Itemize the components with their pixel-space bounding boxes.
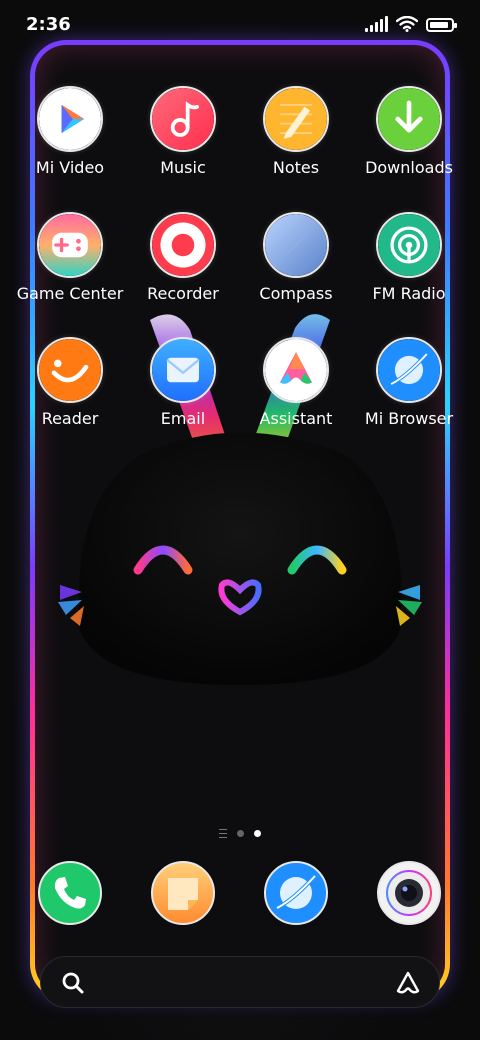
app-notes[interactable]: Notes [240, 86, 352, 177]
battery-icon [426, 18, 457, 32]
messages-icon[interactable] [150, 860, 216, 926]
mi-video-icon[interactable] [37, 86, 103, 152]
status-time: 2:36 [26, 14, 71, 35]
search-bar[interactable] [40, 956, 440, 1008]
email-icon[interactable] [150, 337, 216, 403]
app-label: Game Center [16, 284, 124, 303]
camera-icon[interactable] [376, 860, 442, 926]
mi-browser-icon[interactable] [376, 337, 442, 403]
assistant-icon[interactable] [263, 337, 329, 403]
feed-page-icon[interactable] [219, 829, 227, 838]
app-mi-video[interactable]: Mi Video [14, 86, 126, 177]
music-icon[interactable] [150, 86, 216, 152]
search-icon[interactable] [61, 971, 85, 995]
app-label: Assistant [259, 409, 333, 428]
app-label: Notes [272, 158, 320, 177]
app-assistant[interactable]: Assistant [240, 337, 352, 428]
phone-icon[interactable] [37, 860, 103, 926]
app-label: Music [160, 158, 206, 177]
page-dot-2[interactable] [254, 830, 261, 837]
app-label: Downloads [365, 158, 453, 177]
status-icons [365, 16, 457, 32]
app-recorder[interactable]: Recorder [127, 212, 239, 303]
app-label: Compass [259, 284, 333, 303]
browser-icon[interactable] [263, 860, 329, 926]
app-label: Reader [41, 409, 99, 428]
app-music[interactable]: Music [127, 86, 239, 177]
app-label: FM Radio [372, 284, 446, 303]
app-game-center[interactable]: Game Center [14, 212, 126, 303]
page-dot-1[interactable] [237, 830, 244, 837]
fm-radio-icon[interactable] [376, 212, 442, 278]
status-bar: 2:36 [0, 0, 480, 48]
downloads-icon[interactable] [376, 86, 442, 152]
app-label: Mi Browser [364, 409, 454, 428]
game-center-icon[interactable] [37, 212, 103, 278]
app-label: Mi Video [35, 158, 105, 177]
page-indicator[interactable] [0, 829, 480, 838]
app-reader[interactable]: Reader [14, 337, 126, 428]
notes-icon[interactable] [263, 86, 329, 152]
app-compass[interactable]: Compass [240, 212, 352, 303]
app-label: Recorder [147, 284, 219, 303]
app-mi-browser[interactable]: Mi Browser [353, 337, 465, 428]
assistant-logo-icon[interactable] [395, 970, 421, 996]
reader-icon[interactable] [37, 337, 103, 403]
app-email[interactable]: Email [127, 337, 239, 428]
signal-icon [365, 16, 388, 32]
app-downloads[interactable]: Downloads [353, 86, 465, 177]
recorder-icon[interactable] [150, 212, 216, 278]
app-label: Email [160, 409, 206, 428]
wifi-icon [396, 16, 418, 32]
app-fm-radio[interactable]: FM Radio [353, 212, 465, 303]
compass-icon[interactable] [263, 212, 329, 278]
